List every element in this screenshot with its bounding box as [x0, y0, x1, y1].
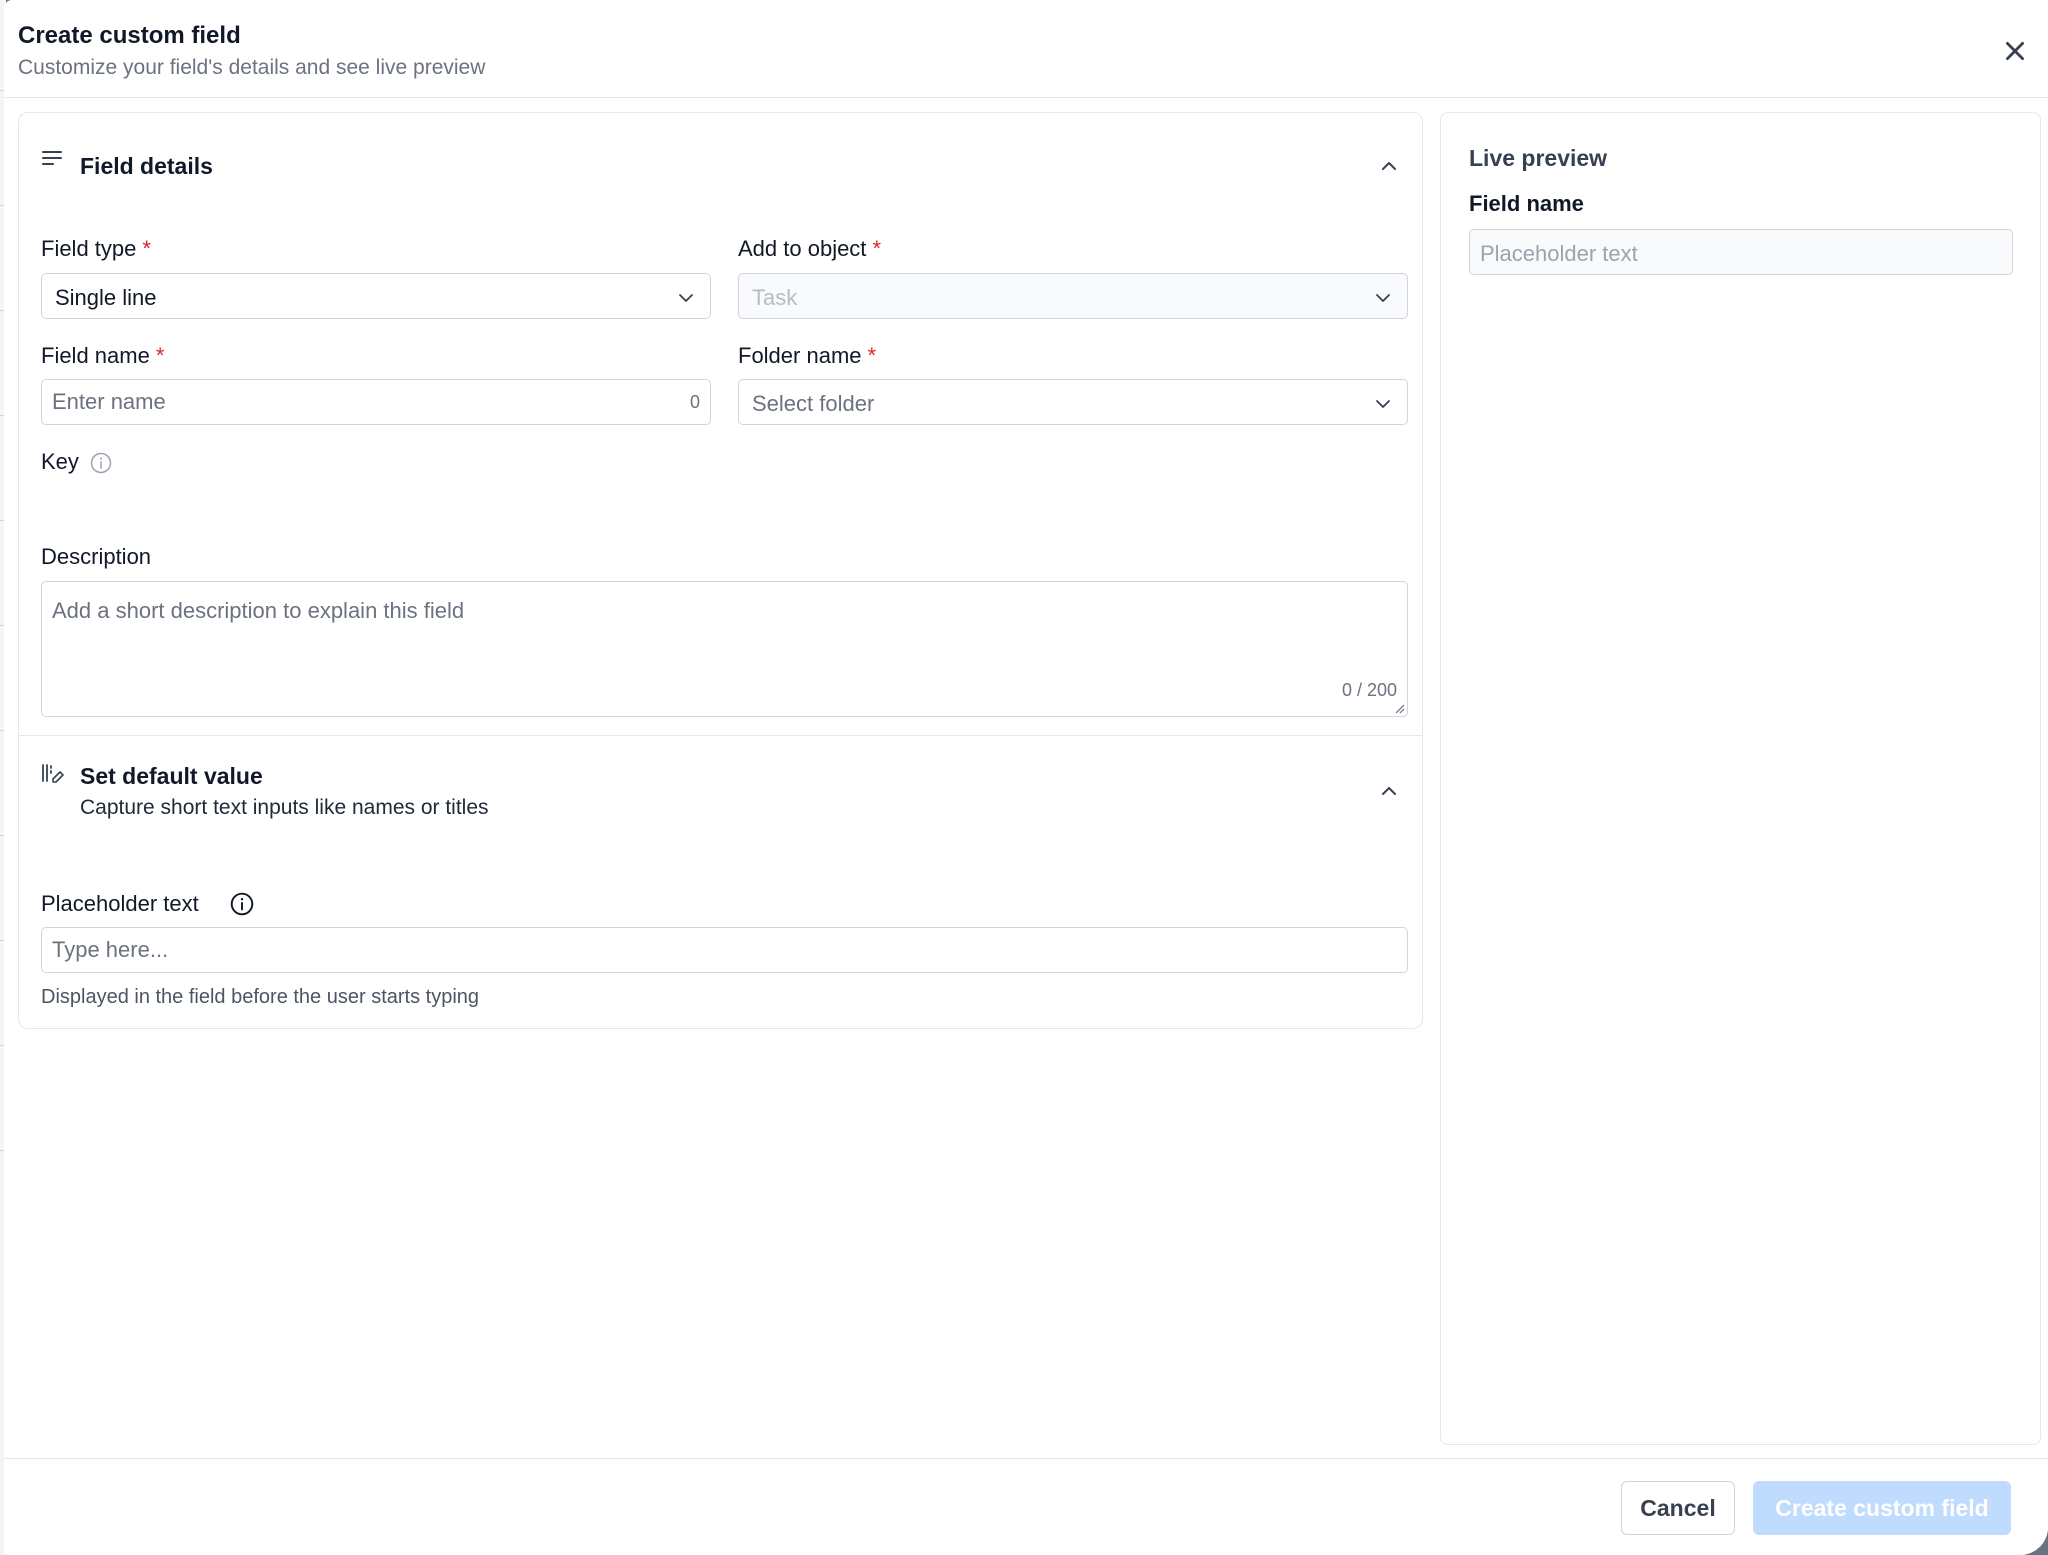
field-type-select[interactable]: Single line [41, 273, 711, 319]
add-to-object-label-text: Add to object [738, 236, 867, 261]
required-mark: * [872, 236, 881, 261]
chevron-down-icon [1376, 294, 1390, 302]
live-preview-panel: Live preview Field name Placeholder text [1440, 112, 2041, 1445]
create-custom-field-modal: Create custom field Customize your field… [4, 0, 2048, 1555]
folder-name-label: Folder name * [738, 343, 876, 369]
chevron-up-icon[interactable] [1378, 155, 1400, 177]
chevron-down-icon [1376, 400, 1390, 408]
placeholder-helper-text: Displayed in the field before the user s… [41, 986, 480, 1008]
default-value-title: Set default value [80, 763, 263, 789]
description-textarea[interactable] [42, 582, 1407, 716]
description-label: Description [41, 544, 152, 569]
field-name-label-text: Field name [41, 343, 150, 368]
add-to-object-select[interactable]: Task [738, 273, 1408, 319]
field-name-input[interactable] [42, 380, 710, 424]
chevron-up-icon[interactable] [1378, 780, 1400, 802]
placeholder-text-input-wrapper [41, 927, 1408, 973]
placeholder-text-input[interactable] [42, 928, 1407, 972]
live-preview-title: Live preview [1469, 145, 1608, 171]
field-details-panel: Field details Field type * Single line Ad… [18, 112, 1423, 1029]
required-mark: * [867, 343, 877, 368]
text-lines-icon [42, 151, 62, 165]
close-button[interactable] [1998, 34, 2032, 68]
preview-input: Placeholder text [1469, 229, 2013, 275]
required-mark: * [142, 236, 151, 261]
modal-subtitle: Customize your field's details and see l… [18, 56, 486, 79]
cancel-button[interactable]: Cancel [1621, 1481, 1735, 1535]
modal-header: Create custom field Customize your field… [4, 0, 2048, 98]
folder-name-placeholder: Select folder [752, 391, 875, 416]
key-label: Key [41, 449, 79, 474]
create-custom-field-button[interactable]: Create custom field [1753, 1481, 2011, 1535]
chevron-down-icon [679, 294, 693, 302]
description-textarea-wrapper: 0 / 200 [41, 581, 1408, 717]
resize-handle-icon[interactable] [1393, 702, 1405, 714]
field-details-header[interactable]: Field details [19, 113, 1422, 203]
info-icon[interactable] [89, 451, 113, 475]
close-icon [2006, 42, 2024, 60]
description-char-count: 0 / 200 [1341, 680, 1397, 700]
add-to-object-label: Add to object * [738, 236, 881, 262]
field-name-label: Field name * [41, 343, 164, 369]
default-value-subtitle: Capture short text inputs like names or … [80, 796, 489, 819]
preview-field-label: Field name [1469, 191, 1584, 216]
field-name-input-wrapper: 0 [41, 379, 711, 425]
modal-title: Create custom field [18, 22, 241, 49]
default-value-header[interactable]: Set default value Capture short text inp… [19, 736, 1422, 846]
edit-field-icon [42, 764, 64, 783]
field-type-value: Single line [55, 285, 157, 310]
field-type-label: Field type * [41, 236, 151, 262]
modal-footer: Cancel Create custom field [4, 1458, 2048, 1555]
folder-name-select[interactable]: Select folder [738, 379, 1408, 425]
add-to-object-value: Task [752, 285, 798, 310]
info-icon[interactable] [229, 891, 255, 917]
field-details-title: Field details [80, 153, 213, 179]
field-name-char-count: 0 [689, 392, 700, 412]
required-mark: * [155, 343, 165, 368]
placeholder-text-label: Placeholder text [41, 891, 199, 916]
field-type-label-text: Field type [41, 236, 137, 261]
preview-input-placeholder: Placeholder text [1480, 241, 1638, 266]
folder-name-label-text: Folder name [738, 343, 862, 368]
